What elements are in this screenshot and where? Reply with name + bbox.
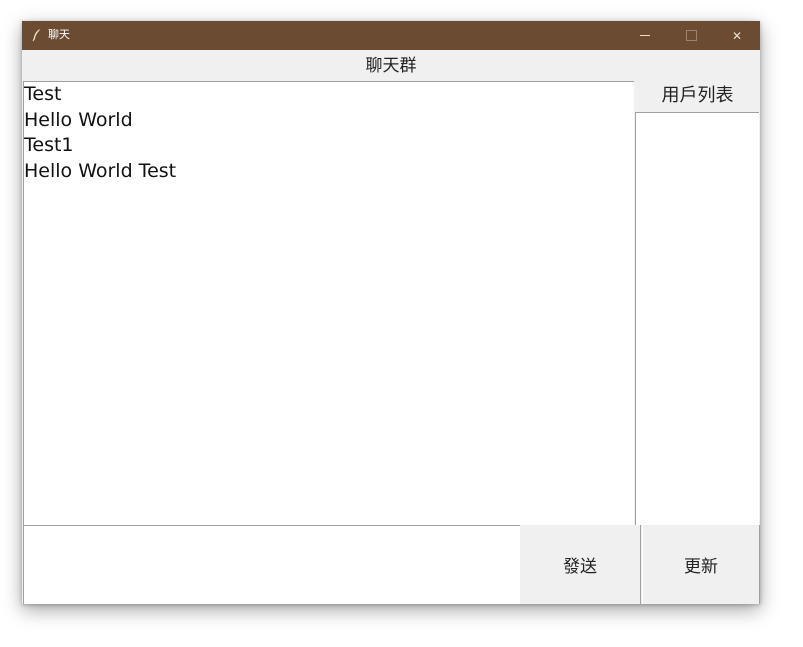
minimize-button[interactable] [622,21,668,50]
window-title: 聊天 [48,28,70,41]
chat-message-list[interactable]: Test Hello World Test1 Hello World Test [23,81,634,525]
minimize-icon [640,35,650,36]
title-bar[interactable]: 聊天 ✕ [22,21,760,50]
user-list[interactable] [635,112,759,525]
feather-icon [32,29,41,42]
chat-message: Hello World [24,108,133,131]
maximize-icon [685,30,697,41]
user-list-header: 用戶列表 [661,85,734,106]
maximize-button[interactable] [668,21,714,50]
chat-message: Test1 [24,134,74,156]
message-input[interactable] [23,525,520,604]
page-title: 聊天群 [365,56,417,76]
refresh-button[interactable]: 更新 [642,525,760,604]
close-icon: ✕ [731,28,743,43]
chat-message: Test [24,83,62,105]
send-button[interactable]: 發送 [520,525,641,604]
chat-message: Hello World Test [24,159,177,182]
close-button[interactable]: ✕ [714,21,760,50]
chat-window: 聊天 ✕ 聊天群 Test Hello World Test1 Hello World… [22,21,760,604]
